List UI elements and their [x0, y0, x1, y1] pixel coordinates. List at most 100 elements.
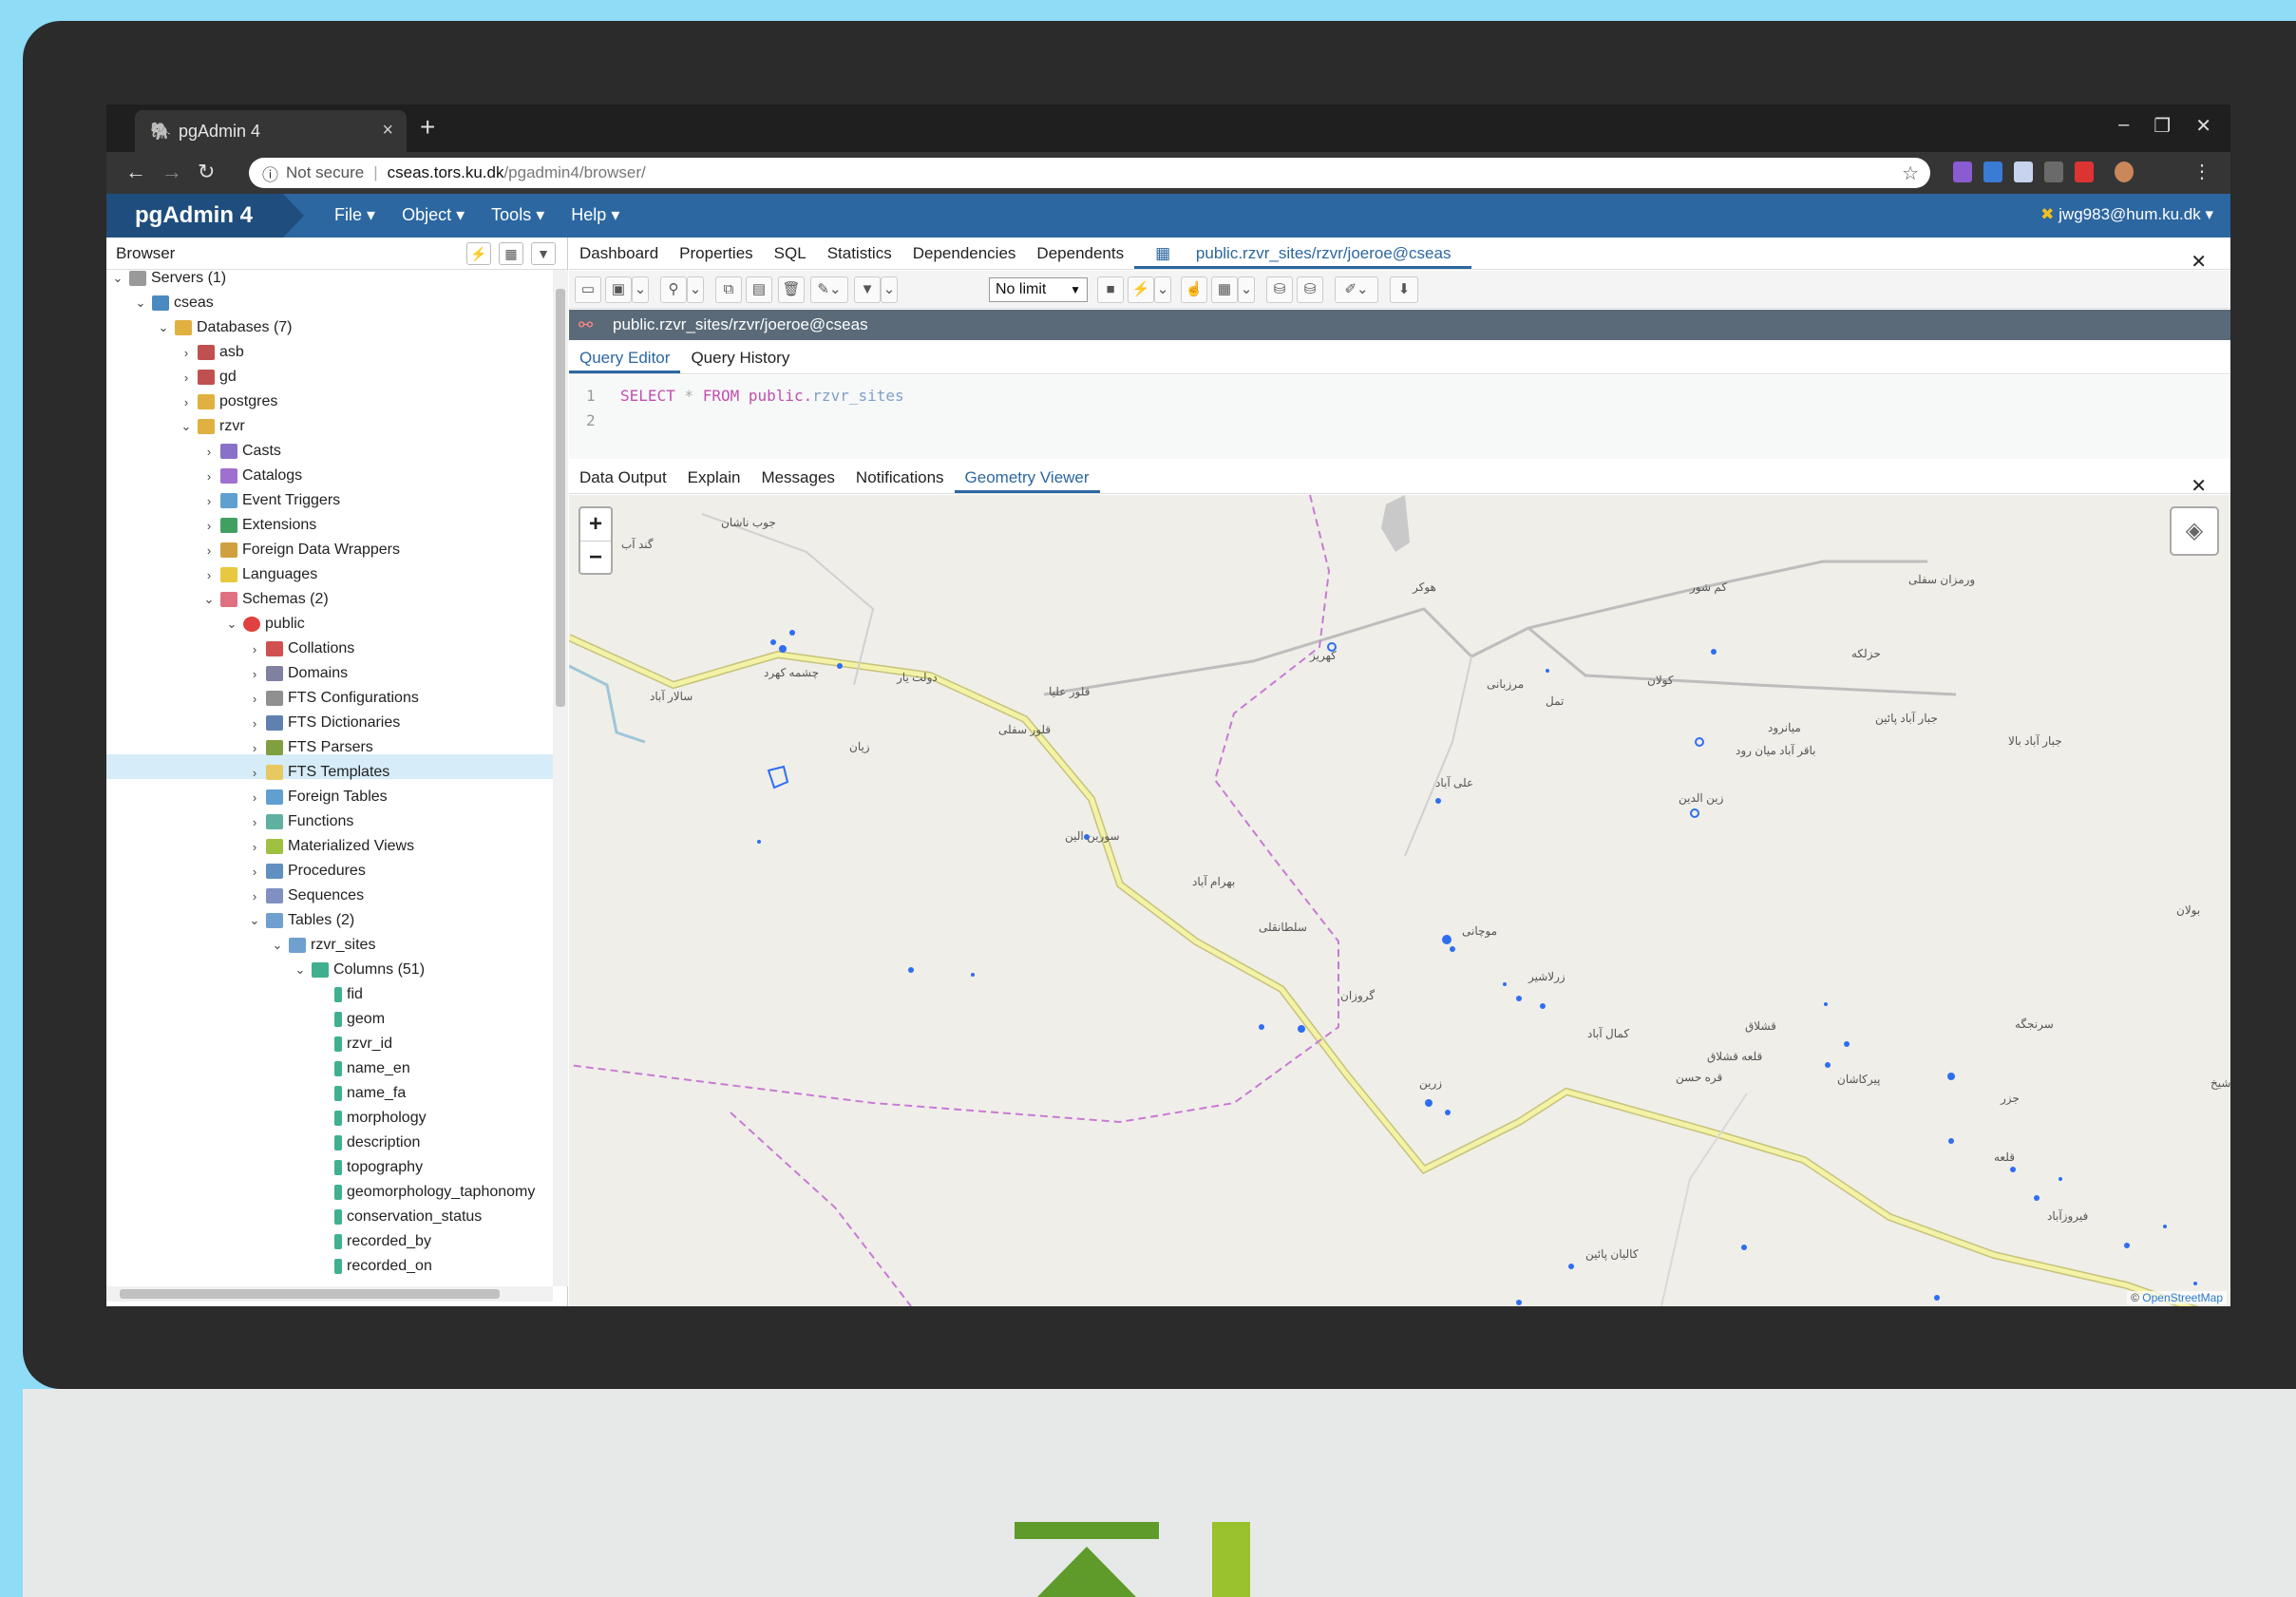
tree-node-column-morphology[interactable]: morphology — [331, 1106, 427, 1131]
filter-icon[interactable]: ▼ — [854, 276, 881, 303]
rollback-icon[interactable]: ⛁ — [1297, 276, 1323, 303]
tree-node-fts-dictionaries[interactable]: › FTS Dictionaries — [247, 711, 400, 735]
explain-analyze-icon[interactable]: ▦ — [1211, 276, 1238, 303]
tree-node-public[interactable]: ⌄ public — [224, 612, 305, 637]
chevron-down-icon[interactable]: ⌄ — [1238, 276, 1255, 303]
openstreetmap-link[interactable]: OpenStreetMap — [2142, 1291, 2223, 1304]
chevron-right-icon[interactable]: › — [201, 568, 217, 582]
chevron-right-icon[interactable]: › — [247, 692, 262, 706]
chevron-right-icon[interactable]: › — [247, 790, 262, 805]
chevron-right-icon[interactable]: › — [201, 469, 217, 484]
edit-icon[interactable]: ✎⌄ — [810, 276, 848, 303]
chevron-down-icon[interactable]: ⌄ — [224, 617, 239, 632]
tab-dashboard[interactable]: Dashboard — [569, 238, 669, 269]
new-tab-button[interactable]: + — [420, 112, 435, 143]
tree-node-foreign-tables[interactable]: › Foreign Tables — [247, 785, 388, 809]
extension-doc-icon[interactable] — [2014, 162, 2033, 182]
stop-icon[interactable]: ■ — [1097, 276, 1124, 303]
tree-node-domains[interactable]: › Domains — [247, 661, 348, 686]
tree-node-column-topography[interactable]: topography — [331, 1155, 423, 1180]
sql-editor[interactable]: 1 2 SELECT * FROM public.rzvr_sites — [569, 375, 2230, 459]
view-data-icon[interactable]: ▦ — [499, 242, 523, 265]
chevron-right-icon[interactable]: › — [247, 741, 262, 755]
tree-node-catalogs[interactable]: › Catalogs — [201, 464, 302, 488]
tree-node-column-name-en[interactable]: name_en — [331, 1056, 410, 1081]
query-tool-icon[interactable]: ⚡ — [466, 242, 491, 265]
back-icon[interactable]: ← — [125, 160, 146, 184]
close-tab-icon[interactable]: × — [382, 120, 393, 142]
chevron-down-icon[interactable]: ⌄ — [201, 592, 217, 607]
tree-node-column-rzvr-id[interactable]: rzvr_id — [331, 1032, 392, 1056]
address-bar[interactable]: ⓘ Not secure | cseas.tors.ku.dk /pgadmin… — [249, 158, 1930, 188]
clear-icon[interactable]: ✐⌄ — [1335, 276, 1378, 303]
chevron-right-icon[interactable]: › — [247, 865, 262, 879]
tab-data-output[interactable]: Data Output — [569, 462, 677, 493]
tree-node-extensions[interactable]: › Extensions — [201, 513, 316, 538]
delete-icon[interactable]: 🗑 — [778, 276, 805, 303]
chevron-right-icon[interactable]: › — [247, 642, 262, 656]
scrollbar-thumb[interactable] — [120, 1289, 500, 1299]
chevron-down-icon[interactable]: ⌄ — [632, 276, 649, 303]
chevron-right-icon[interactable]: › — [247, 716, 262, 731]
chevron-down-icon[interactable]: ⌄ — [133, 295, 148, 311]
chevron-right-icon[interactable]: › — [201, 519, 217, 533]
download-icon[interactable]: ⬇ — [1390, 276, 1418, 303]
menu-object[interactable]: Object ▾ — [402, 205, 465, 225]
tree-node-column-geom[interactable]: geom — [331, 1007, 385, 1032]
chevron-down-icon[interactable]: ⌄ — [293, 962, 308, 978]
tree-node-functions[interactable]: › Functions — [247, 809, 353, 834]
chevron-right-icon[interactable]: › — [247, 889, 262, 903]
save-icon[interactable]: ▣ — [605, 276, 632, 303]
tree-node-databases[interactable]: ⌄ Databases (7) — [156, 315, 293, 340]
open-file-icon[interactable]: ▭ — [575, 276, 601, 303]
minimize-icon[interactable]: – — [2118, 114, 2129, 138]
explain-icon[interactable]: ☝ — [1181, 276, 1207, 303]
tree-node-column-fid[interactable]: fid — [331, 982, 363, 1007]
tree-node-sequences[interactable]: › Sequences — [247, 884, 364, 908]
tab-properties[interactable]: Properties — [669, 238, 763, 269]
tree-node-asb[interactable]: › asb — [179, 340, 244, 365]
disconnected-icon[interactable]: ⚯ — [579, 310, 593, 340]
menu-tools[interactable]: Tools ▾ — [491, 205, 544, 225]
tree-node-column-name-fa[interactable]: name_fa — [331, 1081, 406, 1106]
tab-notifications[interactable]: Notifications — [845, 462, 955, 493]
tree-node-rzvr[interactable]: ⌄ rzvr — [179, 414, 245, 439]
info-icon[interactable]: ⓘ — [262, 162, 278, 185]
zoom-in-button[interactable]: + — [580, 508, 611, 542]
pgadmin-logo[interactable]: pgAdmin 4 — [106, 194, 283, 238]
tree-node-cseas[interactable]: ⌄ cseas — [133, 291, 214, 315]
chevron-down-icon[interactable]: ⌄ — [687, 276, 704, 303]
tree-node-fts-templates[interactable]: › FTS Templates — [247, 760, 389, 785]
extension-paypal-icon[interactable] — [2044, 162, 2063, 182]
chevron-right-icon[interactable]: › — [247, 766, 262, 780]
chevron-right-icon[interactable]: › — [201, 543, 217, 558]
geometry-map[interactable]: جوب ناشان گند آب چشمه کهرد سالار آباد دو… — [569, 495, 2230, 1306]
restore-icon[interactable]: ❐ — [2154, 114, 2171, 138]
tree-node-postgres[interactable]: › postgres — [179, 390, 277, 414]
chevron-down-icon[interactable]: ⌄ — [179, 419, 194, 434]
tree-node-fts-configurations[interactable]: › FTS Configurations — [247, 686, 419, 711]
paste-icon[interactable]: ▤ — [746, 276, 772, 303]
chevron-right-icon[interactable]: › — [179, 346, 194, 360]
tree-vertical-scrollbar[interactable] — [553, 270, 568, 1286]
close-window-icon[interactable]: ✕ — [2195, 114, 2211, 138]
layers-icon[interactable]: ◈ — [2170, 506, 2219, 556]
tree-horizontal-scrollbar[interactable] — [106, 1286, 553, 1302]
chevron-right-icon[interactable]: › — [247, 840, 262, 854]
tab-query-editor[interactable]: Query Editor — [569, 342, 681, 373]
chevron-down-icon[interactable]: ⌄ — [881, 276, 898, 303]
tree-node-column-description[interactable]: description — [331, 1131, 420, 1155]
tree-node-languages[interactable]: › Languages — [201, 562, 317, 587]
chevron-right-icon[interactable]: › — [247, 667, 262, 681]
tree-node-tables[interactable]: ⌄ Tables (2) — [247, 908, 354, 933]
chevron-down-icon[interactable]: ⌄ — [1154, 276, 1171, 303]
execute-icon[interactable]: ⚡ — [1128, 276, 1154, 303]
chevron-right-icon[interactable]: › — [179, 371, 194, 385]
tab-dependents[interactable]: Dependents — [1026, 238, 1134, 269]
chevron-down-icon[interactable]: ⌄ — [270, 938, 285, 953]
chevron-right-icon[interactable]: › — [247, 815, 262, 829]
tree-node-casts[interactable]: › Casts — [201, 439, 281, 464]
tree-node-event-triggers[interactable]: › Event Triggers — [201, 488, 340, 513]
extension-graduation-icon[interactable] — [1983, 162, 2002, 182]
tree-node-procedures[interactable]: › Procedures — [247, 859, 366, 884]
